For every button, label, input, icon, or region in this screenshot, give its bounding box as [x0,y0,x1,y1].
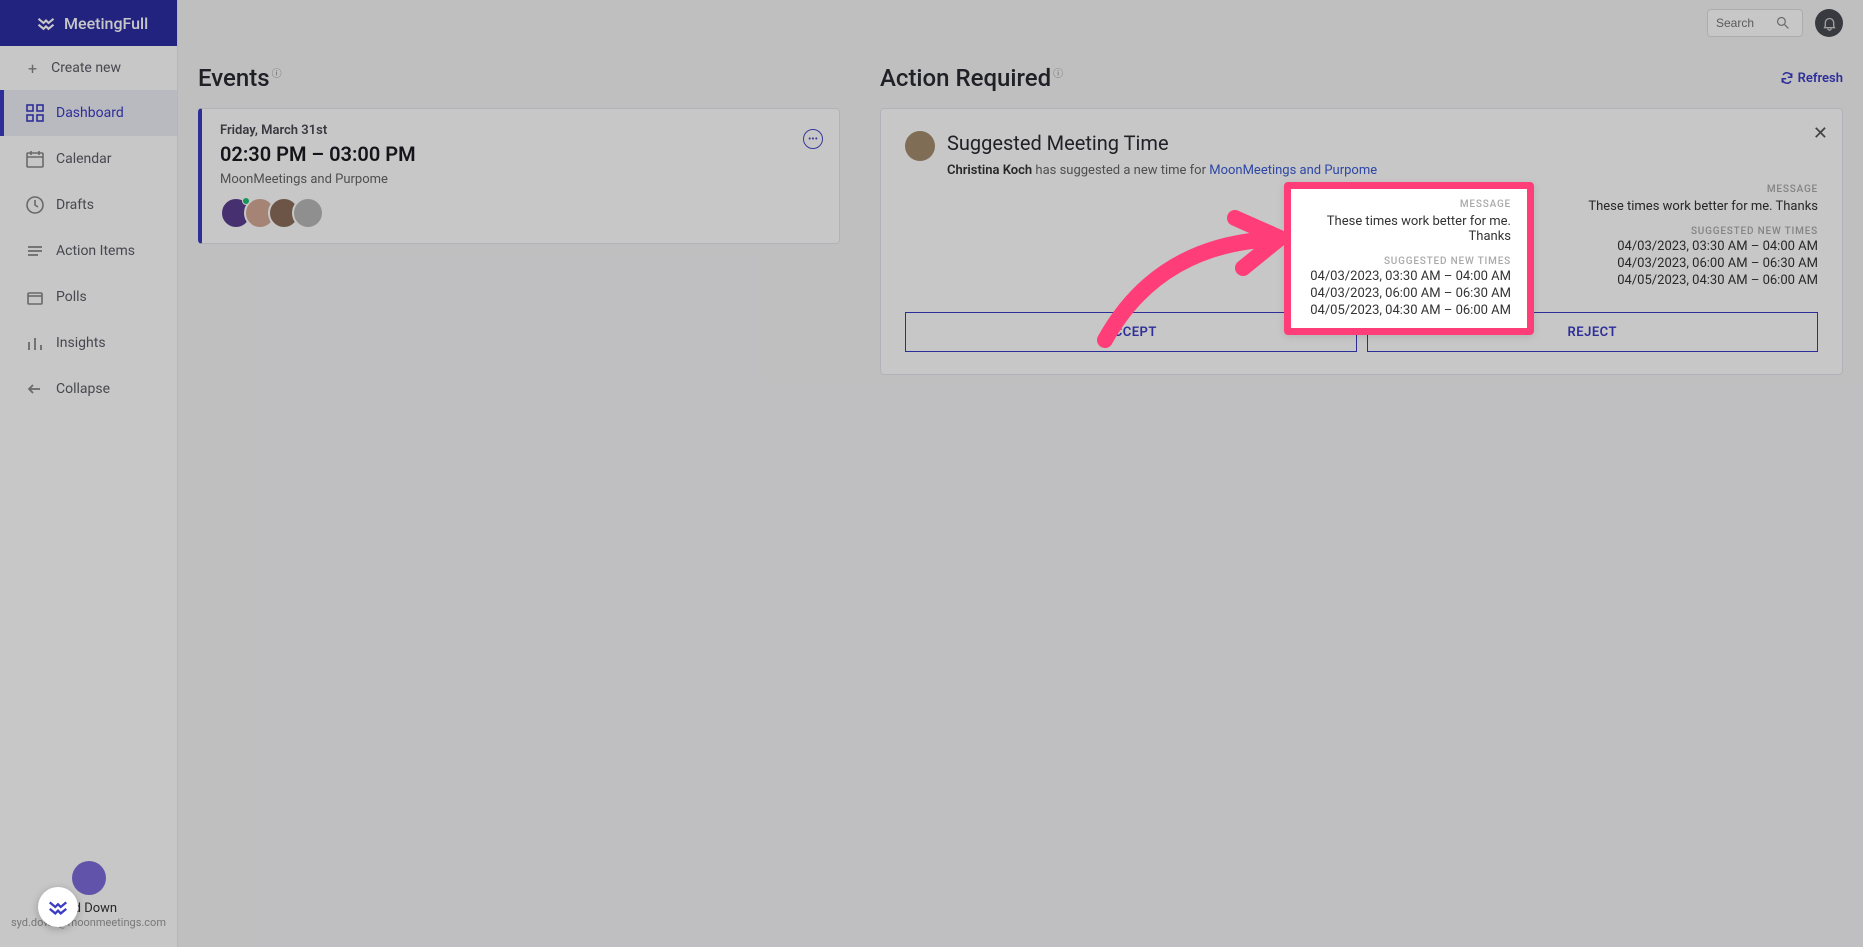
sidebar-item-label: Insights [56,335,106,351]
suggested-meeting-heading: Suggested Meeting Time [947,131,1818,155]
times-label: SUGGESTED NEW TIMES [1307,256,1511,267]
notifications-button[interactable] [1815,9,1843,37]
brand-logo[interactable]: MeetingFull [0,0,177,46]
attendee-avatars [220,197,821,229]
calendar-icon [26,150,44,168]
suggested-time: 04/03/2023, 03:30 AM – 04:00 AM [1307,269,1511,284]
user-avatar [72,861,106,895]
sidebar-item-label: Action Items [56,243,135,259]
brand-icon [36,13,56,33]
header [178,0,1863,46]
meeting-link[interactable]: MoonMeetings and Purpome [1209,163,1377,178]
clock-icon [26,196,44,214]
event-more-button[interactable]: ••• [803,129,823,149]
suggester-name: Christina Koch [947,163,1032,178]
bell-icon [1822,16,1837,31]
sidebar-item-dashboard[interactable]: Dashboard [0,90,177,136]
search-icon [1776,16,1790,30]
refresh-button[interactable]: Refresh [1780,71,1843,86]
grid-icon [26,104,44,122]
lines-icon [26,242,44,260]
sidebar-item-label: Collapse [56,381,110,397]
attendee-avatar[interactable] [292,197,324,229]
help-icon[interactable]: ⓘ [1053,69,1063,80]
refresh-icon [1780,71,1794,85]
create-new-label: Create new [51,60,121,76]
message-text: These times work better for me. Thanks [1307,214,1511,244]
event-date: Friday, March 31st [220,123,821,138]
plus-icon: + [28,59,37,78]
sidebar-item-label: Polls [56,289,87,305]
user-name: Syd Down [0,901,177,916]
sidebar-item-drafts[interactable]: Drafts [0,182,177,228]
suggested-time: 04/03/2023, 06:00 AM – 06:30 AM [1307,286,1511,301]
suggested-meeting-subtitle: Christina Koch has suggested a new time … [947,163,1818,178]
search-input[interactable] [1707,9,1803,37]
sidebar: MeetingFull + Create new Dashboard Calen… [0,0,178,947]
create-new-button[interactable]: + Create new [0,46,177,90]
event-card[interactable]: ••• Friday, March 31st 02:30 PM – 03:00 … [198,108,840,244]
status-online-icon [242,197,250,205]
sidebar-item-collapse[interactable]: Collapse [0,366,177,412]
sidebar-item-label: Calendar [56,151,112,167]
event-meeting-name: MoonMeetings and Purpome [220,172,821,187]
sidebar-item-polls[interactable]: Polls [0,274,177,320]
floating-help-widget[interactable] [38,887,78,927]
events-title: Eventsⓘ [198,64,840,92]
sidebar-item-calendar[interactable]: Calendar [0,136,177,182]
box-icon [26,288,44,306]
main: Eventsⓘ ••• Friday, March 31st 02:30 PM … [178,46,1863,947]
brand-icon [47,896,69,918]
bars-icon [26,334,44,352]
arrow-left-icon [26,380,44,398]
suggester-avatar [905,131,935,161]
sidebar-item-insights[interactable]: Insights [0,320,177,366]
user-email: syd.down@moonmeetings.com [0,916,177,929]
message-label: MESSAGE [1307,199,1511,210]
events-column: Eventsⓘ ••• Friday, March 31st 02:30 PM … [178,46,860,947]
sidebar-item-label: Drafts [56,197,94,213]
search-field[interactable] [1716,16,1776,30]
sidebar-item-action-items[interactable]: Action Items [0,228,177,274]
suggested-time: 04/05/2023, 04:30 AM – 06:00 AM [1307,303,1511,318]
refresh-label: Refresh [1798,71,1843,86]
action-required-title: Action Requiredⓘ [880,64,1063,92]
annotation-highlight: MESSAGE These times work better for me. … [1284,182,1534,335]
sidebar-item-label: Dashboard [56,105,124,121]
user-profile[interactable]: Syd Down syd.down@moonmeetings.com [0,861,177,929]
brand-name: MeetingFull [64,14,148,33]
close-button[interactable]: ✕ [1813,123,1828,144]
annotation-arrow-icon [1085,210,1295,350]
event-time: 02:30 PM – 03:00 PM [220,142,821,166]
help-icon[interactable]: ⓘ [272,69,282,80]
